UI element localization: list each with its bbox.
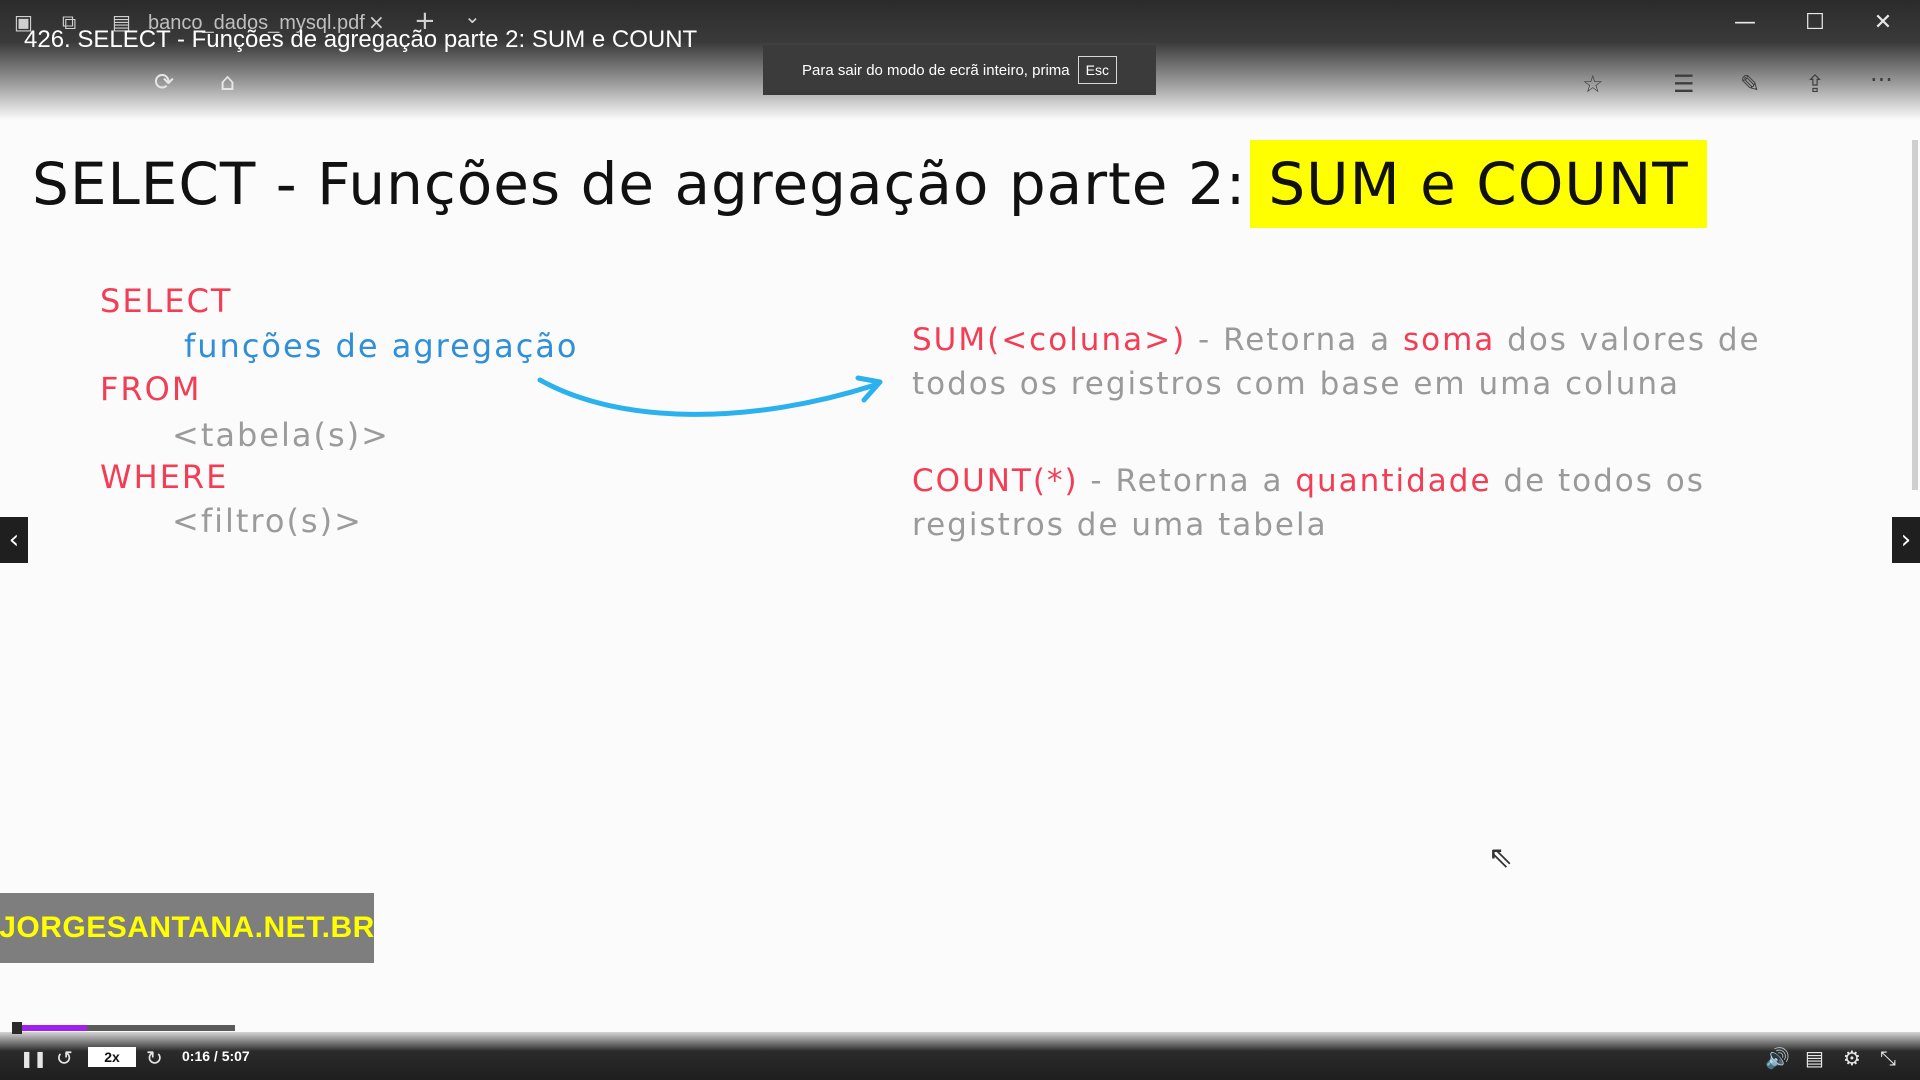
settings-icon[interactable]: ⚙ [1843,1046,1861,1070]
captions-icon[interactable]: ▤ [1805,1046,1824,1070]
sum-keyword: soma [1402,322,1496,358]
favorite-star-icon[interactable]: ☆ [1582,70,1604,98]
code-from: FROM [100,370,202,408]
code-filters: <filtro(s)> [172,502,363,540]
count-pre: - Retorna a [1078,463,1296,499]
close-window-button[interactable]: ✕ [1863,10,1903,35]
count-function: COUNT(*) [912,463,1079,499]
sum-description: SUM(<coluna>) - Retorna a soma dos valor… [912,318,1772,406]
scrollbar[interactable] [1912,140,1918,490]
code-functions: funções de agregação [184,327,579,365]
sum-function: SUM(<coluna>) [912,322,1187,358]
curved-arrow [537,375,883,417]
home-icon[interactable]: ⌂ [220,68,235,96]
slide-title: SELECT - Funções de agregação parte 2: S… [32,136,1707,232]
slide-title-main: SELECT - Funções de agregação parte 2: [32,150,1247,218]
sum-pre: - Retorna a [1186,322,1403,358]
volume-icon[interactable]: 🔊 [1765,1046,1790,1070]
count-keyword: quantidade [1295,463,1492,499]
more-icon[interactable]: ··· [1870,66,1893,94]
share-icon[interactable]: ⇪ [1805,70,1825,98]
next-slide-button[interactable]: › [1892,517,1920,563]
progress-fill [14,1025,87,1031]
progress-knob[interactable] [12,1022,22,1034]
esc-key: Esc [1077,56,1117,84]
rewind-icon[interactable]: ↺ [56,1046,73,1070]
time-display: 0:16 / 5:07 [182,1048,250,1064]
watermark-logo: JORGESANTANA.NET.BR [0,893,374,963]
refresh-icon[interactable]: ⟳ [154,68,174,96]
fullscreen-toast: Para sair do modo de ecrã inteiro, prima… [763,45,1156,95]
count-description: COUNT(*) - Retorna a quantidade de todos… [912,459,1772,547]
pen-icon[interactable]: ✎ [1740,70,1760,98]
minimize-button[interactable]: — [1725,10,1765,35]
player-control-bar [0,1032,1920,1080]
favorites-list-icon[interactable]: ☰ [1673,70,1695,98]
playback-speed-button[interactable]: 2x [88,1047,136,1067]
tab-list-icon[interactable]: ⌄ [464,4,481,28]
code-select: SELECT [100,282,233,320]
code-where: WHERE [100,458,229,496]
mouse-cursor-icon: ⇖ [1488,840,1514,875]
fullscreen-hint: Para sair do modo de ecrã inteiro, prima [802,61,1070,79]
slide-title-highlight: SUM e COUNT [1250,140,1707,228]
forward-icon[interactable]: ↻ [146,1046,163,1070]
video-title: 426. SELECT - Funções de agregação parte… [24,26,698,53]
maximize-button[interactable]: ☐ [1795,10,1835,35]
code-tables: <tabela(s)> [172,416,390,454]
progress-track[interactable] [14,1025,235,1031]
pause-button[interactable]: ❚❚ [20,1049,47,1068]
prev-slide-button[interactable]: ‹ [0,517,28,563]
exit-fullscreen-icon[interactable]: ⤡ [1880,1046,1896,1070]
